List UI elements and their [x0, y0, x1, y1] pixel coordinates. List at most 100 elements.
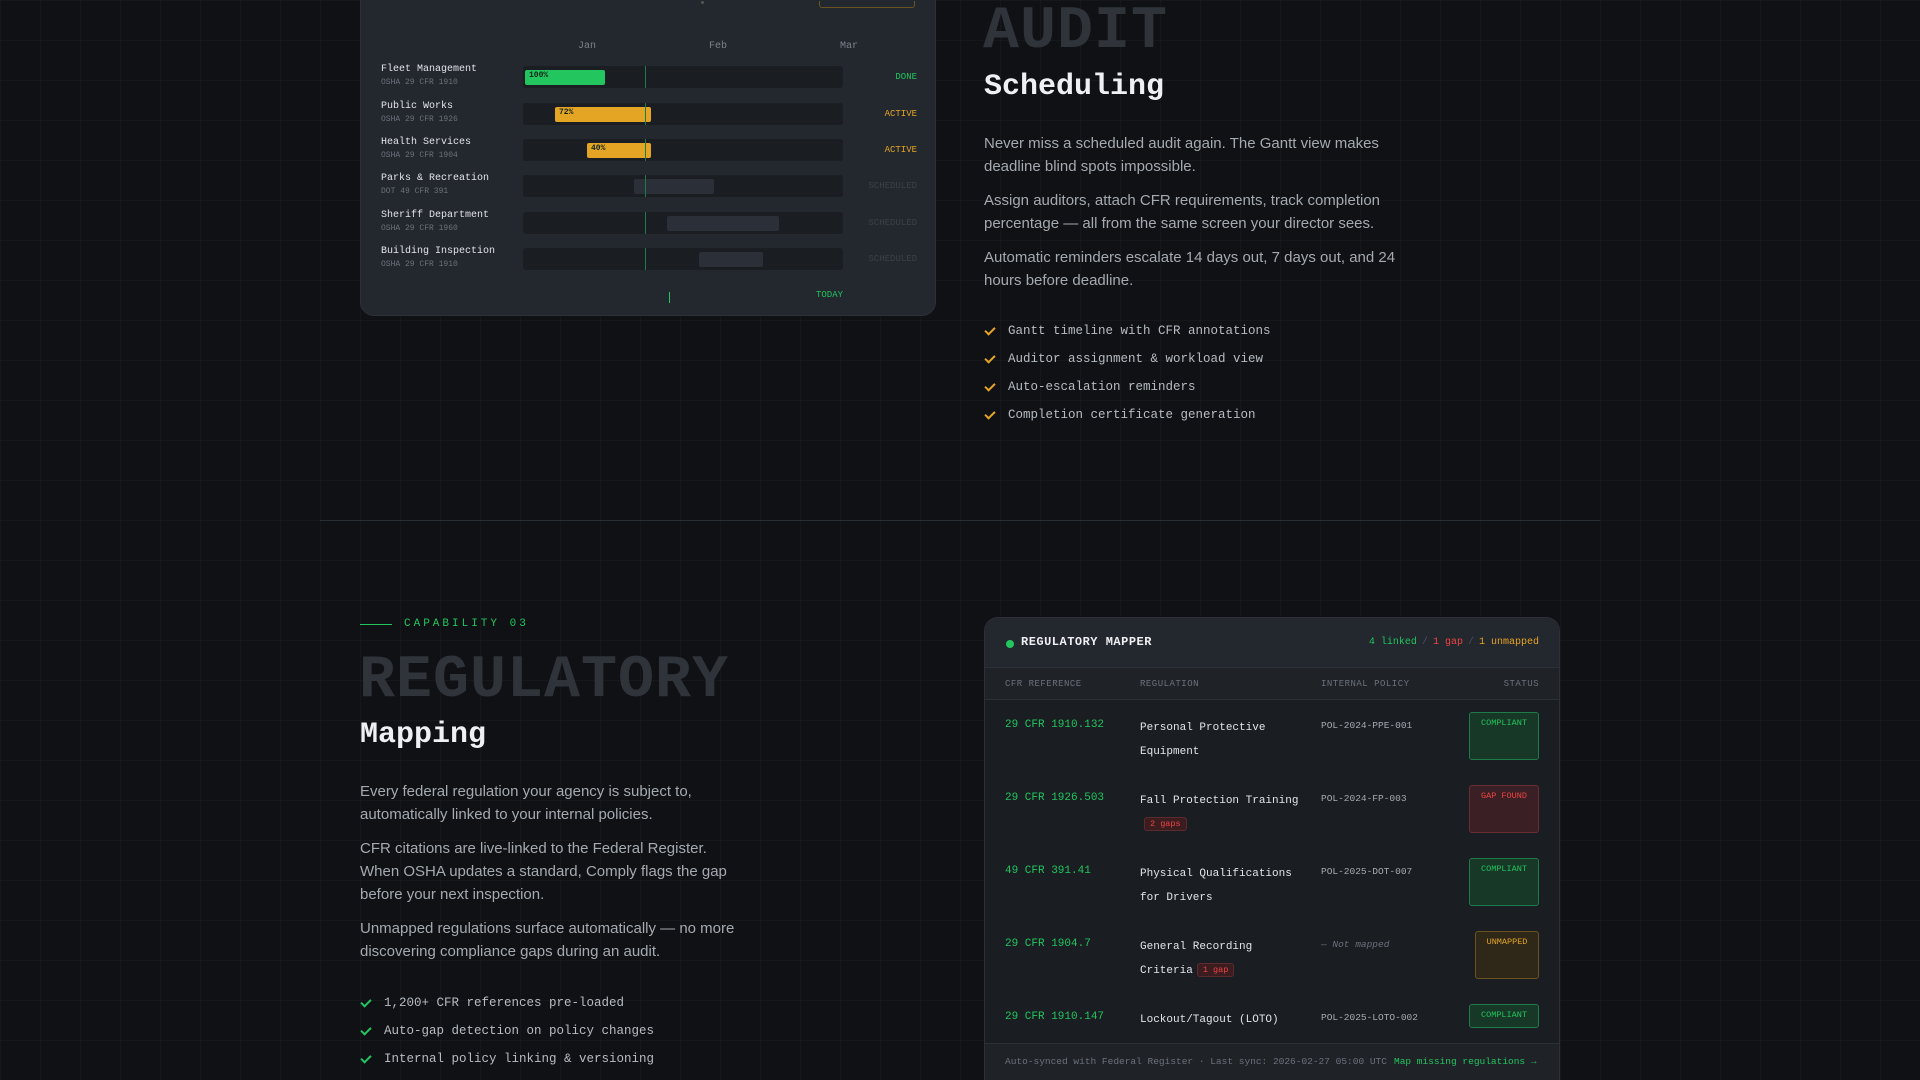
- feature-label: Internal policy linking & versioning: [384, 1052, 655, 1066]
- cfr-reference: DOT 49 CFR 391: [381, 187, 449, 196]
- linked-count: 4 linked: [1368, 637, 1417, 648]
- scheduled-bar[interactable]: [634, 179, 714, 194]
- progress-bar[interactable]: 72%: [555, 107, 651, 122]
- check-icon: [360, 997, 372, 1009]
- gantt-track: [523, 248, 843, 270]
- regulation-label: Lockout/Tagout (LOTO): [1140, 1014, 1279, 1026]
- gap-count-badge: 1 gap: [1196, 963, 1235, 978]
- table-row[interactable]: 29 CFR 1904.7 General Recording Criteria…: [985, 920, 1559, 993]
- department-name: Building Inspection: [381, 246, 496, 257]
- cfr-reference: OSHA 29 CFR 1960: [381, 224, 458, 233]
- status-badge: COMPLIANT: [1469, 1004, 1539, 1028]
- scheduled-bar[interactable]: [699, 252, 763, 267]
- decor-dot: [701, 1, 704, 4]
- progress-label: 100%: [529, 71, 549, 80]
- month-label: Jan: [578, 41, 597, 52]
- table-row[interactable]: 29 CFR 1910.147 Lockout/Tagout (LOTO) PO…: [985, 993, 1559, 1043]
- department-name: Health Services: [381, 137, 472, 148]
- feature-label: Gantt timeline with CFR annotations: [1008, 324, 1271, 338]
- today-line: [645, 66, 646, 88]
- feature-label: 1,200+ CFR references pre-loaded: [384, 996, 625, 1010]
- progress-bar[interactable]: 100%: [525, 70, 605, 85]
- internal-policy[interactable]: POL-2024-PPE-001: [1321, 720, 1412, 731]
- cfr-reference: OSHA 29 CFR 1926: [381, 115, 458, 124]
- check-icon: [360, 1025, 372, 1037]
- table-row[interactable]: 49 CFR 391.41 Physical Qualifications fo…: [985, 847, 1559, 920]
- column-header-policy[interactable]: INTERNAL POLICY: [1321, 679, 1410, 689]
- cfr-reference-link[interactable]: 29 CFR 1910.147: [1005, 1011, 1104, 1023]
- cfr-reference: OSHA 29 CFR 1904: [381, 151, 458, 160]
- gantt-row[interactable]: Sheriff Department OSHA 29 CFR 1960 SCHE…: [381, 210, 917, 240]
- stat-separator: /: [1467, 637, 1474, 648]
- status-badge: DONE: [895, 72, 917, 82]
- month-label: Mar: [840, 41, 859, 52]
- feature-label: Completion certificate generation: [1008, 408, 1256, 422]
- regulation-label: Fall Protection Training: [1140, 795, 1299, 807]
- feature-list: Gantt timeline with CFR annotations Audi…: [984, 317, 1271, 429]
- regulation-name: Lockout/Tagout (LOTO): [1140, 1008, 1340, 1032]
- stat-separator: /: [1421, 637, 1428, 648]
- feature-item: Internal policy linking & versioning: [360, 1045, 654, 1073]
- section-paragraph: Never miss a scheduled audit again. The …: [984, 135, 1379, 175]
- internal-policy[interactable]: — Not mapped: [1321, 939, 1389, 950]
- gantt-row[interactable]: Building Inspection OSHA 29 CFR 1910 SCH…: [381, 246, 917, 276]
- internal-policy[interactable]: POL-2024-FP-003: [1321, 793, 1407, 804]
- cfr-reference-link[interactable]: 49 CFR 391.41: [1005, 865, 1091, 877]
- feature-item: Completion certificate generation: [984, 401, 1271, 429]
- gantt-row[interactable]: Health Services OSHA 29 CFR 1904 40% ACT…: [381, 137, 917, 167]
- section-title: Scheduling: [984, 70, 1165, 104]
- capability-rule: [360, 624, 392, 625]
- feature-item: 1,200+ CFR references pre-loaded: [360, 989, 654, 1017]
- status-badge: SCHEDULED: [868, 181, 917, 191]
- feature-item: Auditor assignment & workload view: [984, 345, 1271, 373]
- gantt-action-button[interactable]: [819, 1, 915, 8]
- mapper-title: REGULATORY MAPPER: [1021, 635, 1152, 649]
- gantt-month-header: Jan Feb Mar: [361, 41, 935, 55]
- today-marker: [669, 292, 670, 303]
- progress-bar[interactable]: 40%: [587, 143, 651, 158]
- mapper-footer: Auto-synced with Federal Register · Last…: [985, 1043, 1559, 1080]
- feature-item: Auto-gap detection on policy changes: [360, 1017, 654, 1045]
- today-line: [645, 212, 646, 234]
- check-icon: [984, 409, 996, 421]
- today-line: [645, 248, 646, 270]
- status-badge: SCHEDULED: [868, 254, 917, 264]
- column-header-cfr[interactable]: CFR REFERENCE: [1005, 679, 1082, 689]
- scheduled-bar[interactable]: [667, 216, 779, 231]
- gantt-row[interactable]: Fleet Management OSHA 29 CFR 1910 100% D…: [381, 64, 917, 94]
- cfr-reference-link[interactable]: 29 CFR 1926.503: [1005, 792, 1104, 804]
- regulation-name: Physical Qualifications for Drivers: [1140, 862, 1300, 910]
- mapper-stats: 4 linked / 1 gap / 1 unmapped: [1369, 637, 1539, 648]
- check-icon: [984, 353, 996, 365]
- table-row[interactable]: 29 CFR 1910.132 Personal Protective Equi…: [985, 701, 1559, 774]
- section-paragraph: Every federal regulation your agency is …: [360, 783, 692, 823]
- cfr-reference-link[interactable]: 29 CFR 1904.7: [1005, 938, 1091, 950]
- cfr-reference-link[interactable]: 29 CFR 1910.132: [1005, 719, 1104, 731]
- section-paragraph: CFR citations are live-linked to the Fed…: [360, 840, 727, 903]
- table-row[interactable]: 29 CFR 1926.503 Fall Protection Training…: [985, 774, 1559, 847]
- column-header-regulation[interactable]: REGULATION: [1140, 679, 1199, 689]
- section-paragraph: Unmapped regulations surface automatical…: [360, 920, 735, 960]
- column-header-status[interactable]: STATUS: [1504, 679, 1539, 689]
- sync-status: Auto-synced with Federal Register · Last…: [1005, 1056, 1387, 1067]
- department-name: Parks & Recreation: [381, 173, 490, 184]
- gantt-track: [523, 212, 843, 234]
- gantt-row[interactable]: Public Works OSHA 29 CFR 1926 72% ACTIVE: [381, 101, 917, 131]
- mapper-header: REGULATORY MAPPER 4 linked / 1 gap / 1 unmap…: [985, 618, 1559, 668]
- map-missing-link[interactable]: Map missing regulations →: [1394, 1054, 1544, 1069]
- unmapped-count: 1 unmapped: [1478, 637, 1539, 648]
- section-ghost-title: REGULATORY: [359, 647, 730, 715]
- department-name: Public Works: [381, 101, 454, 112]
- internal-policy[interactable]: POL-2025-DOT-007: [1321, 866, 1412, 877]
- month-label: Feb: [709, 41, 728, 52]
- progress-label: 72%: [559, 108, 574, 117]
- gantt-row[interactable]: Parks & Recreation DOT 49 CFR 391 SCHEDU…: [381, 173, 917, 203]
- gantt-track: 40%: [523, 139, 843, 161]
- regulation-name: Personal Protective Equipment: [1140, 716, 1300, 764]
- feature-label: Auto-escalation reminders: [1008, 380, 1196, 394]
- today-line: [645, 103, 646, 125]
- gap-count: 1 gap: [1432, 637, 1463, 648]
- regulation-name: Fall Protection Training 2 gaps: [1140, 789, 1300, 837]
- internal-policy[interactable]: POL-2025-LOTO-002: [1321, 1012, 1418, 1023]
- table-header: CFR REFERENCE REGULATION INTERNAL POLICY…: [985, 668, 1559, 700]
